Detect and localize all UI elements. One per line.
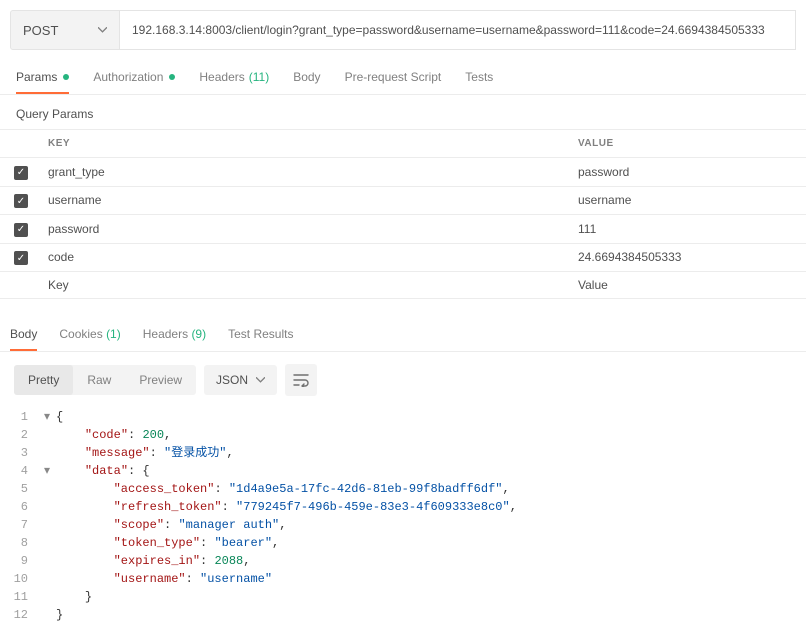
line-number: 7 xyxy=(0,516,44,534)
line-number: 4 xyxy=(0,462,44,480)
format-select[interactable]: JSON xyxy=(204,365,277,395)
request-tabs: Params Authorization Headers (11) Body P… xyxy=(0,60,806,95)
param-value-input[interactable]: Value xyxy=(568,272,806,299)
param-key-cell[interactable]: username xyxy=(38,186,568,215)
code-line: 5 "access_token": "1d4a9e5a-17fc-42d6-81… xyxy=(0,480,806,498)
response-toolbar: Pretty Raw Preview JSON xyxy=(0,352,806,408)
line-number: 2 xyxy=(0,426,44,444)
line-number: 11 xyxy=(0,588,44,606)
checkbox-column-header xyxy=(0,130,38,158)
line-content: "message": "登录成功", xyxy=(44,444,806,462)
query-params-title: Query Params xyxy=(0,95,806,129)
key-column-header: KEY xyxy=(38,130,568,158)
line-number: 12 xyxy=(0,606,44,624)
code-line: 11 } xyxy=(0,588,806,606)
table-row: ✓ grant_typepassword xyxy=(0,158,806,187)
http-method-select[interactable]: POST xyxy=(10,10,120,50)
preview-button[interactable]: Preview xyxy=(125,365,196,395)
line-number: 6 xyxy=(0,498,44,516)
param-value-cell[interactable]: 111 xyxy=(568,215,806,244)
query-params-table: KEY VALUE ✓grant_typepassword✓usernameus… xyxy=(0,129,806,299)
status-dot-icon xyxy=(169,74,175,80)
request-url-input[interactable]: 192.168.3.14:8003/client/login?grant_typ… xyxy=(120,10,796,50)
view-mode-group: Pretty Raw Preview xyxy=(14,365,196,395)
code-line: 12} xyxy=(0,606,806,624)
chevron-down-icon xyxy=(256,377,265,383)
param-key-cell[interactable]: code xyxy=(38,243,568,272)
fold-toggle-icon[interactable]: ▾ xyxy=(44,408,54,426)
line-content: "code": 200, xyxy=(44,426,806,444)
table-row: ✓ code24.6694384505333 xyxy=(0,243,806,272)
param-key-input[interactable]: Key xyxy=(38,272,568,299)
tab-response-body[interactable]: Body xyxy=(10,317,37,351)
pretty-button[interactable]: Pretty xyxy=(14,365,73,395)
line-number: 1 xyxy=(0,408,44,426)
value-column-header: VALUE xyxy=(568,130,806,158)
param-key-cell[interactable]: grant_type xyxy=(38,158,568,187)
request-row: POST 192.168.3.14:8003/client/login?gran… xyxy=(0,0,806,60)
response-body-code[interactable]: 1▾{2 "code": 200,3 "message": "登录成功",4▾ … xyxy=(0,408,806,634)
code-line: 3 "message": "登录成功", xyxy=(0,444,806,462)
response-tabs: Body Cookies (1) Headers (9) Test Result… xyxy=(0,317,806,352)
wrap-icon xyxy=(293,373,309,387)
http-method-label: POST xyxy=(23,23,58,38)
line-content: ▾{ xyxy=(44,408,806,426)
row-checkbox[interactable]: ✓ xyxy=(14,251,28,265)
line-content: ▾ "data": { xyxy=(44,462,806,480)
code-line: 2 "code": 200, xyxy=(0,426,806,444)
line-content: "refresh_token": "779245f7-496b-459e-83e… xyxy=(44,498,806,516)
param-value-cell[interactable]: password xyxy=(568,158,806,187)
tab-test-results[interactable]: Test Results xyxy=(228,317,293,351)
row-checkbox[interactable]: ✓ xyxy=(14,194,28,208)
param-key-cell[interactable]: password xyxy=(38,215,568,244)
line-number: 9 xyxy=(0,552,44,570)
code-line: 8 "token_type": "bearer", xyxy=(0,534,806,552)
param-value-cell[interactable]: username xyxy=(568,186,806,215)
code-line: 1▾{ xyxy=(0,408,806,426)
code-line: 10 "username": "username" xyxy=(0,570,806,588)
table-row: ✓ password111 xyxy=(0,215,806,244)
tab-authorization[interactable]: Authorization xyxy=(93,60,175,94)
table-row: ✓ usernameusername xyxy=(0,186,806,215)
line-number: 8 xyxy=(0,534,44,552)
status-dot-icon xyxy=(63,74,69,80)
code-line: 4▾ "data": { xyxy=(0,462,806,480)
tab-tests[interactable]: Tests xyxy=(465,60,493,94)
code-line: 6 "refresh_token": "779245f7-496b-459e-8… xyxy=(0,498,806,516)
line-content: } xyxy=(44,588,806,606)
code-line: 9 "expires_in": 2088, xyxy=(0,552,806,570)
line-content: "scope": "manager auth", xyxy=(44,516,806,534)
tab-response-cookies[interactable]: Cookies (1) xyxy=(59,317,120,351)
line-number: 3 xyxy=(0,444,44,462)
line-content: "username": "username" xyxy=(44,570,806,588)
chevron-down-icon xyxy=(98,27,107,33)
param-value-cell[interactable]: 24.6694384505333 xyxy=(568,243,806,272)
tab-pre-request-script[interactable]: Pre-request Script xyxy=(345,60,442,94)
row-checkbox[interactable]: ✓ xyxy=(14,223,28,237)
line-content: "access_token": "1d4a9e5a-17fc-42d6-81eb… xyxy=(44,480,806,498)
row-checkbox[interactable]: ✓ xyxy=(14,166,28,180)
line-number: 5 xyxy=(0,480,44,498)
tab-response-headers[interactable]: Headers (9) xyxy=(143,317,206,351)
table-row-new: KeyValue xyxy=(0,272,806,299)
tab-headers[interactable]: Headers (11) xyxy=(199,60,269,94)
line-content: } xyxy=(44,606,806,624)
tab-body[interactable]: Body xyxy=(293,60,320,94)
code-line: 7 "scope": "manager auth", xyxy=(0,516,806,534)
line-content: "expires_in": 2088, xyxy=(44,552,806,570)
line-content: "token_type": "bearer", xyxy=(44,534,806,552)
line-number: 10 xyxy=(0,570,44,588)
wrap-lines-button[interactable] xyxy=(285,364,317,396)
tab-params[interactable]: Params xyxy=(16,60,69,94)
raw-button[interactable]: Raw xyxy=(73,365,125,395)
fold-toggle-icon[interactable]: ▾ xyxy=(44,462,54,480)
